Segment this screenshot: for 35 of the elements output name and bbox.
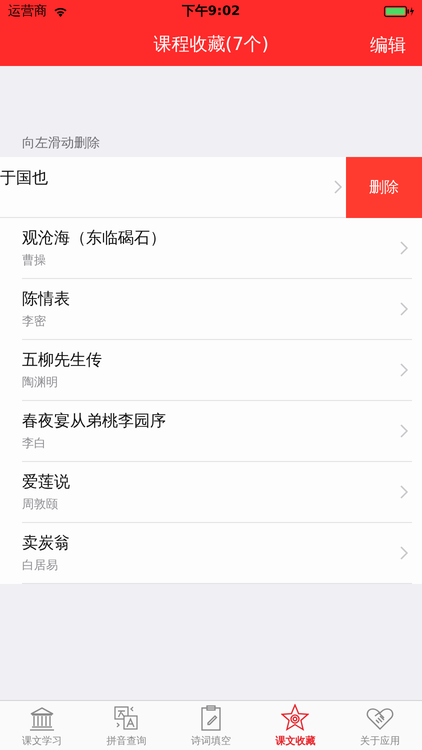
tab-item[interactable]: 课文收藏: [253, 701, 338, 750]
author-name: 白居易: [22, 556, 59, 574]
battery-icon: [384, 6, 414, 16]
edit-button[interactable]: 编辑: [368, 31, 408, 59]
lesson-title: 五柳先生传: [22, 350, 103, 370]
author-name: 李白: [22, 434, 47, 452]
chevron-icon: [400, 485, 408, 499]
carrier-name: 运营商: [8, 3, 47, 20]
chevron-icon: [400, 363, 408, 377]
lesson-title: 爱莲说: [22, 472, 71, 492]
lesson-title: 春夜宴从弟桃李园序: [22, 410, 167, 432]
author-name: 陶渊明: [22, 374, 59, 390]
lesson-title: 观沧海（东临碣石）: [22, 228, 167, 248]
delete-button[interactable]: 删除: [346, 157, 422, 218]
clock-time: 下午9:02: [182, 4, 240, 19]
clipboard-icon: [200, 705, 222, 731]
lesson-title: 卖炭翁: [22, 532, 71, 554]
chevron-icon: [400, 241, 408, 255]
nav-title: 课程收藏(7个): [153, 33, 269, 56]
lesson-title: 于国也: [0, 168, 49, 188]
lesson-title: 陈情表: [22, 288, 71, 310]
wifi-icon: [53, 6, 68, 16]
translate-icon: [114, 705, 140, 731]
building-icon: [29, 707, 56, 731]
chevron-icon: [334, 180, 342, 194]
author-name: 曹操: [22, 252, 47, 268]
chevron-icon: [400, 302, 408, 316]
chevron-icon: [400, 546, 408, 560]
star-icon: [281, 704, 310, 731]
chevron-icon: [400, 424, 408, 438]
handshake-heart-icon: [366, 707, 394, 731]
author-name: 周敦颐: [22, 496, 59, 512]
author-name: 李密: [22, 312, 47, 330]
tab-item[interactable]: 诗词填空: [168, 701, 254, 750]
section-header: 向左滑动删除: [21, 135, 101, 153]
